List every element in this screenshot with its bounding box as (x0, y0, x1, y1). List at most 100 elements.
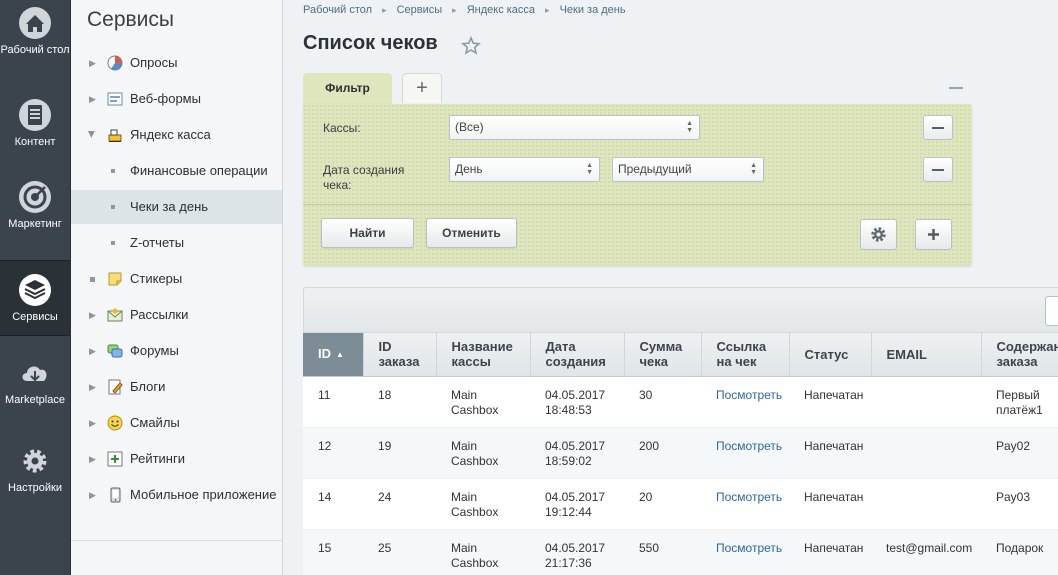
view-receipt-link[interactable]: Посмотреть (716, 388, 782, 402)
rail-label-content: Контент (14, 136, 56, 148)
rail-item-settings[interactable]: Настройки (0, 444, 70, 500)
column-header-id[interactable]: ID ▲ (303, 333, 364, 377)
add-filter-field-button[interactable] (915, 219, 952, 250)
table-row[interactable]: 14 24 Main Cashbox 04.05.2017 19:12:44 20 … (303, 478, 1058, 530)
cell-sum: 30 (624, 376, 701, 428)
cell-id: 15 (303, 529, 363, 575)
cell-order-id: 24 (363, 478, 436, 530)
breadcrumb-services[interactable]: Сервисы (397, 4, 443, 16)
remove-kassy-filter-button[interactable] (923, 115, 953, 140)
cell-date: 04.05.2017 19:12:44 (530, 478, 624, 530)
favorite-star-icon[interactable] (461, 36, 481, 56)
rail-item-content[interactable]: Контент (0, 98, 70, 154)
cloud-download-icon (22, 366, 47, 382)
menu-item-mobile-app[interactable]: ▶ Мобильное приложение (71, 478, 282, 512)
remove-date-filter-button[interactable] (923, 157, 953, 182)
menu-item-yandex-kassa[interactable]: ▶ Яндекс касса (71, 118, 282, 152)
cell-content: Первый платёж1 (981, 376, 1058, 428)
menu-item-mailings[interactable]: ▶ Рассылки (71, 298, 282, 332)
gear-icon (23, 449, 47, 473)
menu-item-polls[interactable]: ▶ Опросы (71, 46, 282, 80)
cell-content: Подарок (981, 529, 1058, 575)
page-title: Список чеков (303, 32, 438, 54)
sort-ascending-icon: ▲ (336, 350, 344, 360)
menu-subitem-z-reports[interactable]: Z-отчеты (71, 226, 282, 260)
cell-cashbox: Main Cashbox (436, 529, 530, 575)
column-header-cashbox-name[interactable]: Название кассы (436, 333, 531, 377)
date-direction-select[interactable]: Предыдущий ▲ ▼ (612, 157, 764, 182)
date-label: Дата создания чека: (323, 163, 405, 192)
rail-item-services[interactable]: Сервисы (0, 260, 70, 336)
collapse-filter-icon[interactable] (949, 87, 963, 89)
menu-item-forums[interactable]: ▶ Форумы (71, 334, 282, 368)
date-period-select[interactable]: День ▲ ▼ (449, 157, 600, 182)
column-header-status[interactable]: Статус (789, 333, 872, 377)
grid-toolbar-button[interactable] (1045, 296, 1058, 326)
select-arrows-icon: ▲ ▼ (686, 120, 693, 134)
column-header-order-content[interactable]: Содержаниезаказа (981, 333, 1058, 377)
breadcrumb-receipts-for-day[interactable]: Чеки за день (560, 4, 626, 16)
view-receipt-link[interactable]: Посмотреть (716, 439, 782, 453)
view-receipt-link[interactable]: Посмотреть (716, 490, 782, 504)
expand-arrow-icon[interactable]: ▶ (89, 298, 97, 332)
cancel-button[interactable]: Отменить (426, 218, 517, 248)
menu-item-ratings[interactable]: ▶ Рейтинги (71, 442, 282, 476)
cell-id: 11 (303, 376, 363, 428)
cell-order-id: 18 (363, 376, 436, 428)
column-header-sum[interactable]: Сумма чека (624, 333, 702, 377)
expand-arrow-icon[interactable]: ▶ (89, 478, 97, 512)
menu-item-web-forms[interactable]: ▶ Веб-формы (71, 82, 282, 116)
rail-label-marketing: Маркетинг (8, 218, 62, 230)
cell-id: 12 (303, 427, 363, 479)
expand-arrow-icon[interactable]: ▶ (89, 442, 97, 476)
filter-panel: Кассы: (Все) ▲ ▼ Дата создания чека: День… (303, 104, 972, 266)
filter-settings-button[interactable] (860, 219, 897, 250)
find-button[interactable]: Найти (321, 218, 414, 248)
menu-item-smileys[interactable]: ▶ Смайлы (71, 406, 282, 440)
cell-sum: 550 (624, 529, 701, 575)
breadcrumb: Рабочий стол ▸ Сервисы ▸ Яндекс касса ▸ Чеки з… (303, 4, 626, 16)
table-row[interactable]: 15 25 Main Cashbox 04.05.2017 21:17:36 550… (303, 529, 1058, 575)
expand-arrow-icon[interactable]: ▶ (89, 406, 97, 440)
menu-subitem-receipts-for-day[interactable]: Чеки за день (71, 190, 282, 224)
table-row[interactable]: 12 19 Main Cashbox 04.05.2017 18:59:02 200… (303, 427, 1058, 479)
column-header-email[interactable]: EMAIL (871, 333, 982, 377)
sticker-icon (108, 272, 122, 286)
table-row[interactable]: 11 18 Main Cashbox 04.05.2017 18:48:53 30 … (303, 376, 1058, 428)
gear-icon (871, 227, 886, 242)
menu-subitem-financial-operations[interactable]: Финансовые операции (71, 154, 282, 188)
cell-order-id: 19 (363, 427, 436, 479)
services-menu: Сервисы ▶ Опросы ▶ Веб-формы ▶ Яндекс ка… (71, 0, 283, 575)
cell-sum: 20 (624, 478, 701, 530)
column-header-order-id[interactable]: ID заказа (363, 333, 437, 377)
mail-icon (107, 308, 123, 322)
breadcrumb-yandex-kassa[interactable]: Яндекс касса (467, 4, 535, 16)
add-filter-tab-button[interactable]: + (402, 73, 442, 103)
kassy-select[interactable]: (Все) ▲ ▼ (449, 115, 700, 140)
pie-chart-icon (107, 55, 123, 71)
column-header-created-date[interactable]: Дата создания (530, 333, 625, 377)
column-header-link[interactable]: Ссылка на чек (701, 333, 790, 377)
expand-arrow-icon[interactable]: ▶ (89, 370, 97, 404)
content-icon (19, 99, 51, 131)
rating-icon (107, 451, 123, 467)
filter-tab[interactable]: Фильтр (303, 73, 392, 104)
expand-arrow-icon[interactable]: ▶ (89, 82, 97, 116)
bullet-icon (90, 277, 95, 282)
cell-order-id: 25 (363, 529, 436, 575)
breadcrumb-desktop[interactable]: Рабочий стол (303, 4, 372, 16)
menu-item-blogs[interactable]: ▶ Блоги (71, 370, 282, 404)
web-forms-icon (107, 92, 123, 106)
view-receipt-link[interactable]: Посмотреть (716, 541, 782, 555)
rail-item-desktop[interactable]: Рабочий стол (0, 6, 70, 72)
menu-item-stickers[interactable]: Стикеры (71, 262, 282, 296)
rail-item-marketing[interactable]: Маркетинг (0, 180, 70, 236)
cell-id: 14 (303, 478, 363, 530)
rail-item-marketplace[interactable]: Marketplace (0, 356, 70, 412)
cell-link: Посмотреть (701, 427, 789, 479)
bullet-icon (111, 205, 115, 209)
expand-arrow-icon[interactable]: ▶ (89, 334, 97, 368)
collapse-arrow-icon[interactable]: ▶ (75, 131, 109, 139)
smile-icon (107, 415, 123, 431)
expand-arrow-icon[interactable]: ▶ (89, 46, 97, 80)
